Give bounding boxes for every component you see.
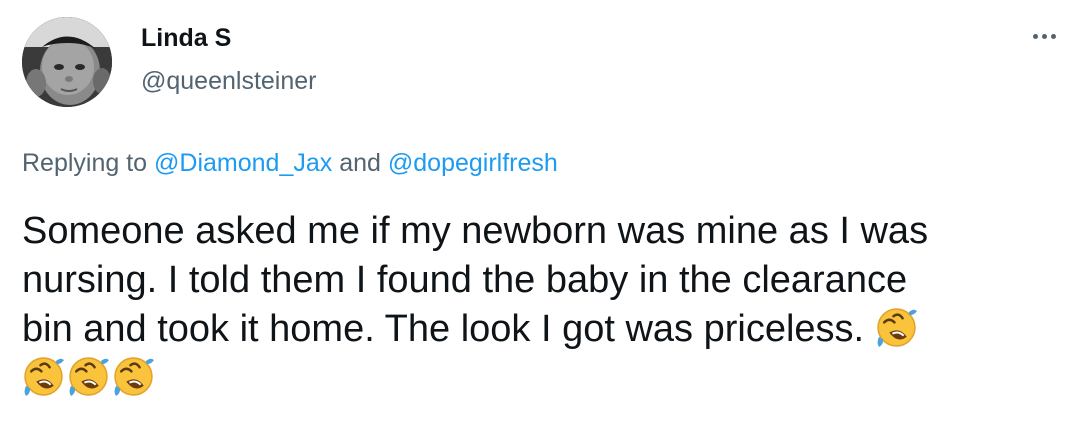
reply-conjunction: and xyxy=(332,149,388,177)
rolling-on-the-floor-laughing-emoji-icon xyxy=(23,356,65,398)
reply-prefix: Replying to xyxy=(22,149,155,177)
mention-link-dopegirlfresh[interactable]: @dopegirlfresh xyxy=(388,149,558,177)
tweet-line: Someone asked me if my newborn was mine … xyxy=(22,210,929,252)
more-options-icon[interactable] xyxy=(1026,24,1062,48)
more-dot xyxy=(1032,33,1038,39)
more-dot xyxy=(1050,33,1056,39)
mention-link-diamond-jax[interactable]: @Diamond_Jax xyxy=(154,149,332,177)
rolling-on-the-floor-laughing-emoji-icon xyxy=(68,356,110,398)
author-name[interactable]: Linda S xyxy=(141,24,231,53)
rolling-on-the-floor-laughing-emoji-icon xyxy=(113,356,155,398)
tweet-line: bin and took it home. The look I got was… xyxy=(22,308,875,350)
rolling-on-the-floor-laughing-emoji-icon xyxy=(875,307,918,349)
avatar[interactable] xyxy=(22,17,112,107)
tweet-line: nursing. I told them I found the baby in… xyxy=(22,259,908,301)
tweet-text: Someone asked me if my newborn was mine … xyxy=(22,207,1062,403)
tweet-card: Linda S @queenlsteiner Replying to @Diam… xyxy=(0,0,1080,446)
reply-context: Replying to @Diamond_Jax and @dopegirlfr… xyxy=(22,149,558,178)
tweet-line-with-emoji: bin and took it home. The look I got was… xyxy=(22,305,1062,354)
emoji-row xyxy=(22,354,1062,403)
baby-photo-avatar-icon xyxy=(22,17,112,107)
author-handle[interactable]: @queenlsteiner xyxy=(141,67,317,96)
more-dot xyxy=(1041,33,1047,39)
